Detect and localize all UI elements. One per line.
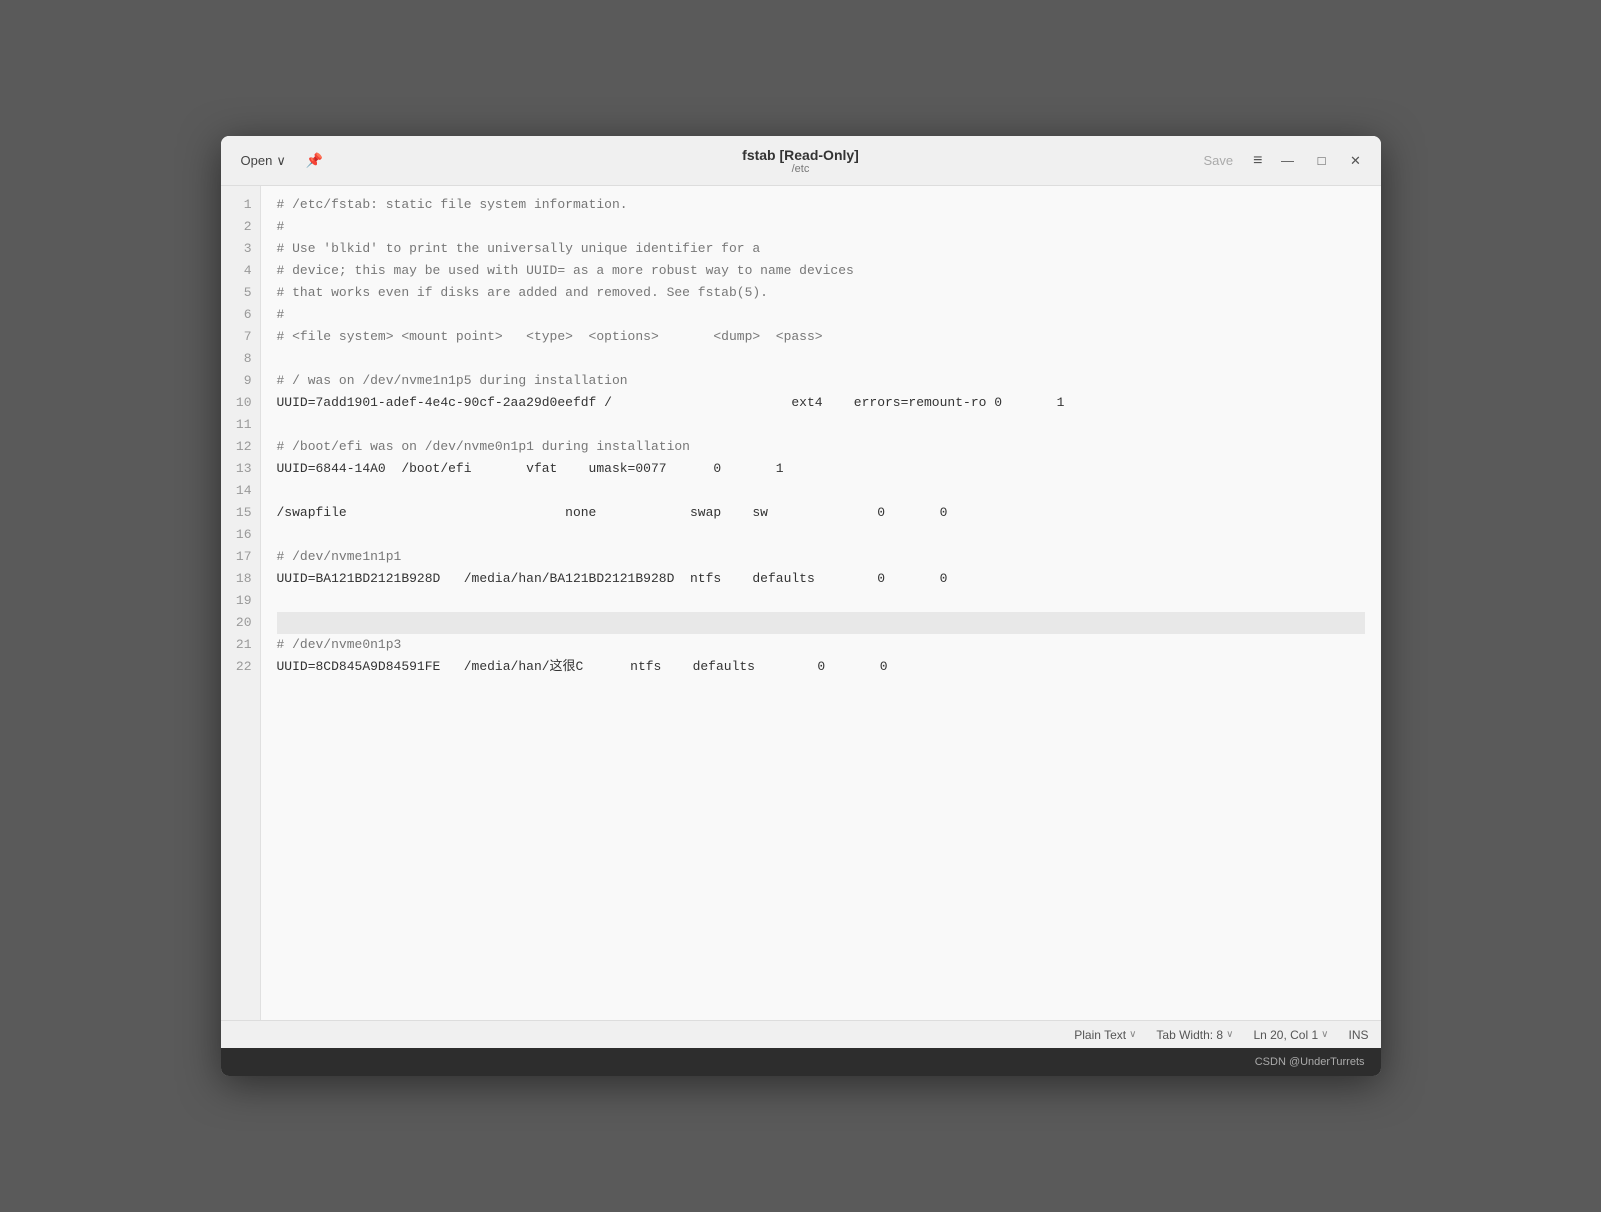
line-number: 18	[221, 568, 260, 590]
code-line: # Use 'blkid' to print the universally u…	[277, 238, 1365, 260]
pin-icon[interactable]: 📌	[306, 152, 323, 169]
titlebar-center: fstab [Read-Only] /etc	[433, 147, 1169, 175]
line-number: 19	[221, 590, 260, 612]
code-line: # <file system> <mount point> <type> <op…	[277, 326, 1365, 348]
line-number: 5	[221, 282, 260, 304]
bottom-bar-text: CSDN @UnderTurrets	[1255, 1056, 1365, 1068]
code-line: # device; this may be used with UUID= as…	[277, 260, 1365, 282]
tab-chevron-icon: ∨	[1226, 1029, 1233, 1040]
open-chevron-icon: ∨	[276, 153, 286, 169]
save-button[interactable]: Save	[1196, 149, 1242, 172]
cursor-label: Ln 20, Col 1	[1253, 1028, 1318, 1042]
code-line: # / was on /dev/nvme1n1p5 during install…	[277, 370, 1365, 392]
language-chevron-icon: ∨	[1129, 1029, 1136, 1040]
tab-width-selector[interactable]: Tab Width: 8 ∨	[1156, 1028, 1233, 1042]
code-line	[277, 348, 1365, 370]
code-line	[277, 612, 1365, 634]
line-number: 14	[221, 480, 260, 502]
cursor-position[interactable]: Ln 20, Col 1 ∨	[1253, 1028, 1328, 1042]
line-number: 20	[221, 612, 260, 634]
titlebar: Open ∨ 📌 fstab [Read-Only] /etc Save ≡ —…	[221, 136, 1381, 186]
code-line: /swapfile none swap sw 0 0	[277, 502, 1365, 524]
language-selector[interactable]: Plain Text ∨	[1074, 1028, 1136, 1042]
line-number: 11	[221, 414, 260, 436]
titlebar-right: Save ≡ — □ ✕	[1169, 148, 1369, 174]
cursor-chevron-icon: ∨	[1321, 1029, 1328, 1040]
code-line: UUID=BA121BD2121B928D /media/han/BA121BD…	[277, 568, 1365, 590]
language-label: Plain Text	[1074, 1028, 1126, 1042]
code-line: #	[277, 216, 1365, 238]
insert-mode-label: INS	[1348, 1028, 1368, 1042]
code-line: # /dev/nvme1n1p1	[277, 546, 1365, 568]
code-line: # /etc/fstab: static file system informa…	[277, 194, 1365, 216]
window-title: fstab [Read-Only]	[433, 147, 1169, 163]
line-number: 2	[221, 216, 260, 238]
code-line	[277, 414, 1365, 436]
line-numbers: 12345678910111213141516171819202122	[221, 186, 261, 1020]
code-line	[277, 524, 1365, 546]
open-button[interactable]: Open ∨	[233, 149, 294, 173]
maximize-button[interactable]: □	[1309, 148, 1335, 174]
code-line: UUID=6844-14A0 /boot/efi vfat umask=0077…	[277, 458, 1365, 480]
statusbar: Plain Text ∨ Tab Width: 8 ∨ Ln 20, Col 1…	[221, 1020, 1381, 1048]
line-number: 3	[221, 238, 260, 260]
line-number: 1	[221, 194, 260, 216]
line-number: 16	[221, 524, 260, 546]
code-line	[277, 480, 1365, 502]
insert-mode: INS	[1348, 1028, 1368, 1042]
open-label: Open	[241, 153, 273, 168]
line-number: 22	[221, 656, 260, 678]
code-line: # /boot/efi was on /dev/nvme0n1p1 during…	[277, 436, 1365, 458]
minimize-button[interactable]: —	[1275, 148, 1301, 174]
code-line: UUID=8CD845A9D84591FE /media/han/这很C ntf…	[277, 656, 1365, 678]
line-number: 4	[221, 260, 260, 282]
line-number: 21	[221, 634, 260, 656]
line-number: 7	[221, 326, 260, 348]
line-number: 17	[221, 546, 260, 568]
line-number: 6	[221, 304, 260, 326]
close-button[interactable]: ✕	[1343, 148, 1369, 174]
bottom-bar: CSDN @UnderTurrets	[221, 1048, 1381, 1076]
line-number: 9	[221, 370, 260, 392]
code-line	[277, 590, 1365, 612]
main-window: Open ∨ 📌 fstab [Read-Only] /etc Save ≡ —…	[221, 136, 1381, 1076]
line-number: 15	[221, 502, 260, 524]
line-number: 12	[221, 436, 260, 458]
line-number: 8	[221, 348, 260, 370]
code-line: UUID=7add1901-adef-4e4c-90cf-2aa29d0eefd…	[277, 392, 1365, 414]
code-line: # /dev/nvme0n1p3	[277, 634, 1365, 656]
menu-icon[interactable]: ≡	[1253, 152, 1262, 170]
titlebar-left: Open ∨ 📌	[233, 149, 433, 173]
code-area[interactable]: # /etc/fstab: static file system informa…	[261, 186, 1381, 1020]
window-controls: — □ ✕	[1275, 148, 1369, 174]
line-number: 13	[221, 458, 260, 480]
code-line: #	[277, 304, 1365, 326]
editor-area: 12345678910111213141516171819202122 # /e…	[221, 186, 1381, 1020]
code-line: # that works even if disks are added and…	[277, 282, 1365, 304]
window-subtitle: /etc	[433, 163, 1169, 175]
tab-width-label: Tab Width: 8	[1156, 1028, 1223, 1042]
line-number: 10	[221, 392, 260, 414]
